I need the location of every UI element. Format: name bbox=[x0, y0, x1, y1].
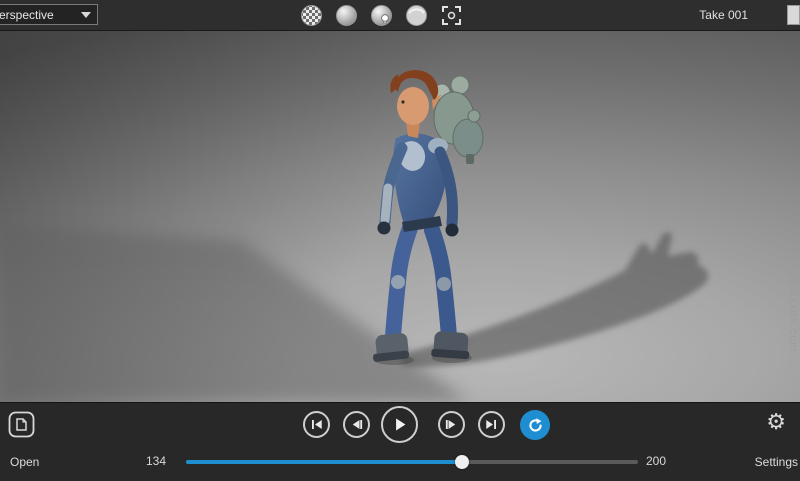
timeline-end-label: 200 bbox=[646, 454, 667, 468]
character-model bbox=[373, 70, 484, 365]
open-file-icon[interactable] bbox=[8, 411, 35, 438]
display-mode-group bbox=[300, 4, 463, 27]
lit-sphere-icon[interactable] bbox=[370, 4, 393, 27]
open-button[interactable]: Open bbox=[10, 455, 39, 469]
timeline-track[interactable] bbox=[186, 455, 638, 469]
go-to-end-button[interactable] bbox=[478, 411, 505, 438]
timeline-handle[interactable] bbox=[454, 455, 469, 469]
go-to-start-button[interactable] bbox=[303, 411, 330, 438]
shaded-sphere-icon[interactable] bbox=[335, 4, 358, 27]
textured-sphere-icon[interactable] bbox=[300, 4, 323, 27]
step-back-button[interactable] bbox=[343, 411, 370, 438]
flat-sphere-icon[interactable] bbox=[405, 4, 428, 27]
chevron-down-icon bbox=[81, 11, 91, 18]
play-button[interactable] bbox=[381, 406, 418, 443]
timeline-start-label: 134 bbox=[146, 454, 167, 468]
settings-button[interactable]: Settings bbox=[755, 455, 798, 469]
bottom-control-bar: Open ⚙ Settings 134 200 bbox=[0, 402, 800, 481]
gear-icon[interactable]: ⚙ bbox=[766, 407, 786, 437]
watermark-text: www.3sxdn.com bbox=[787, 260, 799, 353]
top-toolbar: Perspective bbox=[0, 0, 800, 31]
loop-button[interactable] bbox=[520, 410, 550, 440]
step-forward-button[interactable] bbox=[438, 411, 465, 438]
timeline-progress bbox=[186, 460, 462, 464]
take-dropdown-arrow[interactable] bbox=[787, 5, 800, 25]
view-mode-dropdown[interactable]: Perspective bbox=[0, 4, 98, 25]
take-dropdown[interactable]: Take 001 bbox=[699, 8, 748, 22]
scene-canvas bbox=[0, 70, 709, 402]
view-mode-label: Perspective bbox=[0, 7, 54, 22]
3d-viewport[interactable] bbox=[0, 30, 800, 402]
frame-selection-icon[interactable] bbox=[440, 4, 463, 27]
